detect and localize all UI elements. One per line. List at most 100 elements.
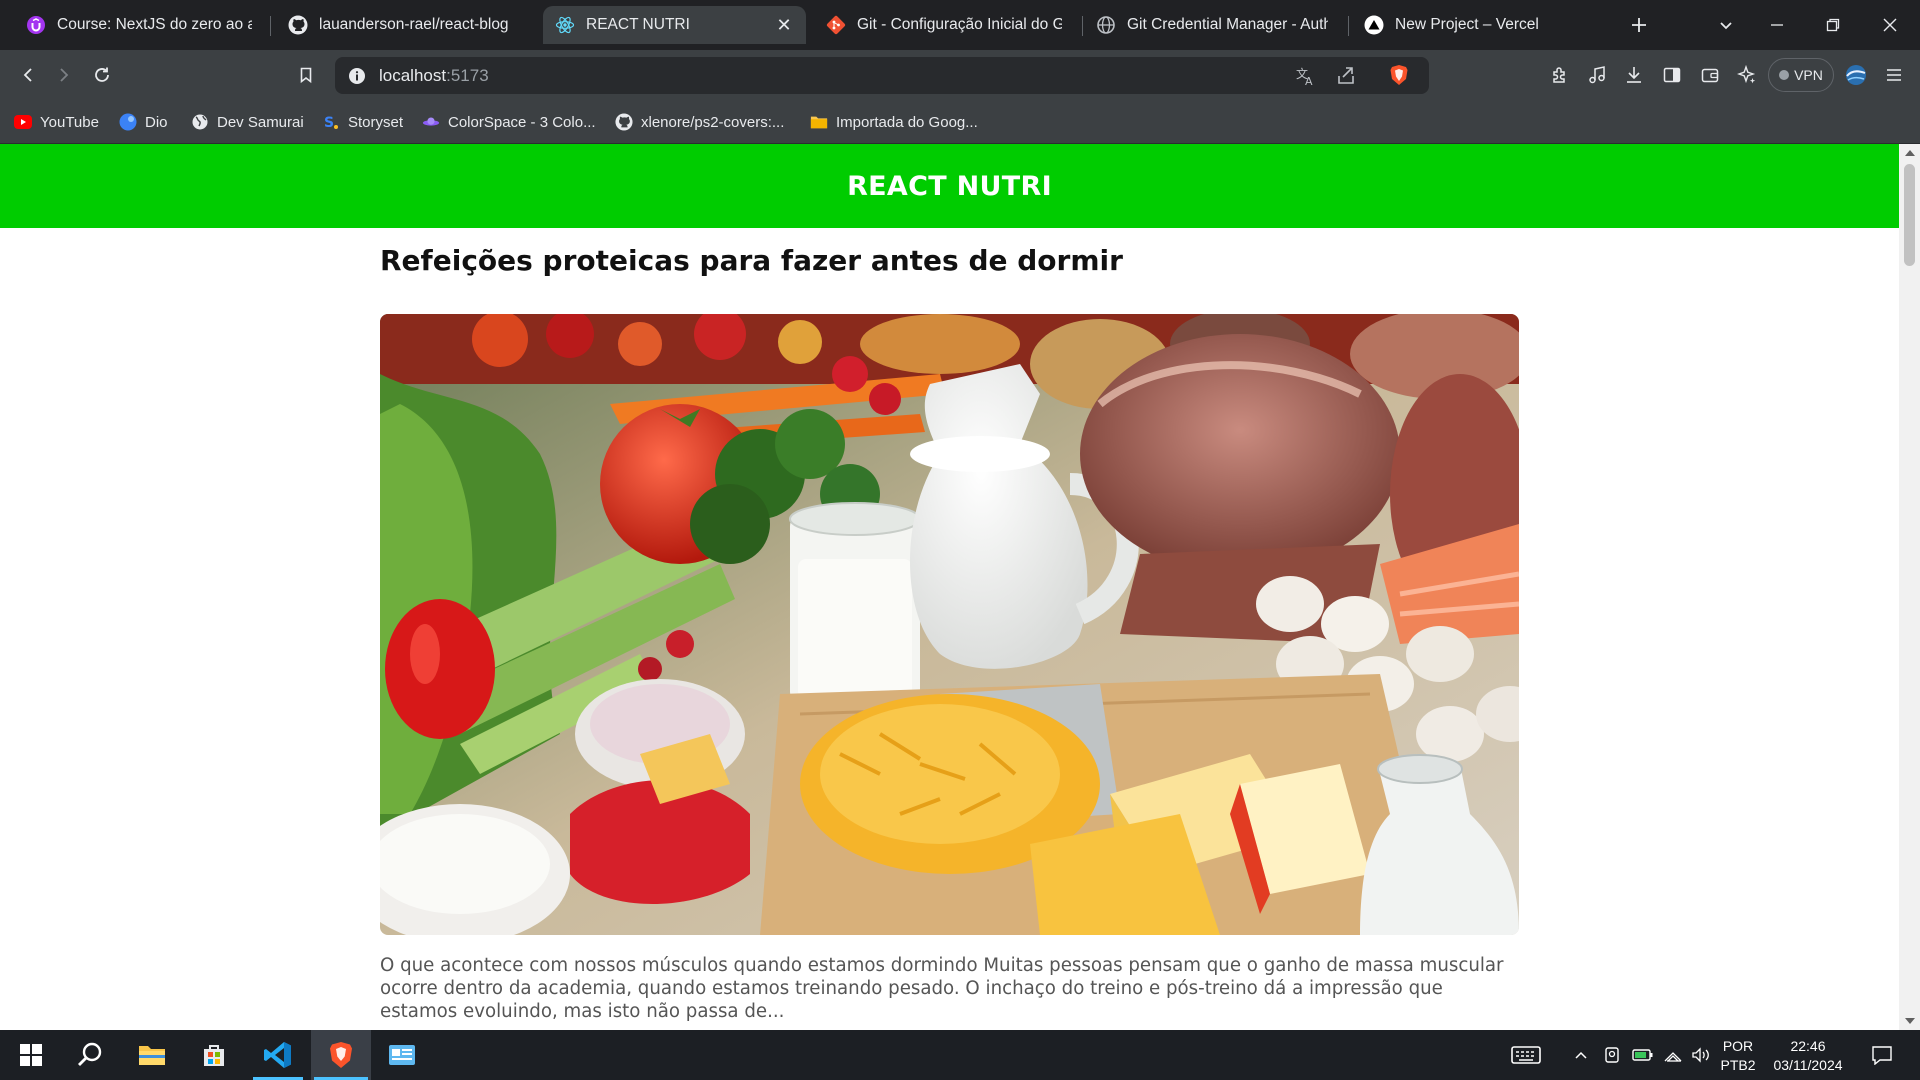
post-card: Refeições proteicas para fazer antes de … [380,244,1519,1022]
file-explorer-icon[interactable] [124,1030,180,1080]
wallet-icon[interactable] [1695,60,1725,90]
svg-text:A: A [1305,75,1313,87]
start-icon[interactable] [3,1030,59,1080]
leo-ai-icon[interactable] [1732,60,1762,90]
tab-git-credential-manager[interactable]: Git Credential Manager - Authe [1084,6,1340,44]
bookmark-label: YouTube [40,113,99,131]
vpn-label: VPN [1794,67,1823,83]
bookmark-label: Dio [145,113,168,131]
keyboard-layout-code: PTB2 [1720,1057,1756,1073]
github-icon [288,15,308,35]
microsoft-store-icon[interactable] [186,1030,242,1080]
back-button[interactable] [13,60,43,90]
close-tab-icon[interactable]: ✕ [774,15,794,35]
scroll-down-arrow-icon[interactable] [1905,1018,1915,1024]
bookmark-storyset[interactable]: S Storyset [322,110,403,134]
notification-center-icon[interactable] [1864,1030,1900,1080]
tab-separator [270,16,271,36]
vscode-icon[interactable] [250,1030,306,1080]
globe-icon [191,113,209,131]
clock-time: 22:46 [1790,1038,1826,1054]
colorspace-icon [422,113,440,131]
bookmark-ps2-covers[interactable]: xlenore/ps2-covers:... [615,110,784,134]
windows-taskbar: POR PTB2 22:46 03/11/2024 [0,1030,1920,1080]
svg-text:S: S [324,115,334,131]
tab-title: REACT NUTRI [586,16,690,33]
udemy-icon [26,15,46,35]
globe-icon [1096,15,1116,35]
profile-avatar[interactable] [1841,60,1871,90]
tab-separator [1348,16,1349,36]
tab-vercel-new-project[interactable]: New Project – Vercel [1352,6,1612,44]
tab-title: New Project – Vercel [1395,16,1539,33]
bookmark-dio[interactable]: Dio [119,110,168,134]
media-music-icon[interactable] [1582,60,1612,90]
scroll-up-arrow-icon[interactable] [1905,150,1915,156]
volume-icon[interactable] [1688,1030,1714,1080]
site-title: REACT NUTRI [847,170,1052,202]
wifi-icon[interactable] [1660,1030,1686,1080]
forward-button[interactable] [49,60,79,90]
restore-window-button[interactable] [1818,10,1848,40]
bookmark-label: xlenore/ps2-covers:... [641,113,785,131]
page-scrollbar[interactable] [1899,144,1920,1030]
tab-title: Git - Configuração Inicial do Git [857,16,1062,33]
site-info-icon[interactable] [347,66,367,86]
meet-now-icon[interactable] [1600,1030,1624,1080]
site-header: REACT NUTRI [0,144,1899,228]
url-text[interactable]: localhost:5173 [379,66,489,86]
react-icon [555,15,575,35]
github-icon [615,113,633,131]
tab-title: lauanderson-rael/react-blog [319,16,509,33]
clock-date: 03/11/2024 [1773,1057,1843,1073]
language-code: POR [1722,1038,1754,1054]
vpn-button[interactable]: VPN [1768,58,1834,92]
tab-git-config[interactable]: Git - Configuração Inicial do Git [814,6,1074,44]
address-bar[interactable]: localhost:5173 文A [335,57,1429,94]
tab-github-react-blog[interactable]: lauanderson-rael/react-blog [276,6,536,44]
close-window-button[interactable] [1875,10,1905,40]
tab-separator [1082,16,1083,36]
brave-shields-icon[interactable] [1387,63,1411,87]
storyset-icon: S [322,113,340,131]
youtube-icon [14,113,32,131]
bookmarks-bar: YouTube Dio Dev Samurai S Storyset Color… [0,100,1920,144]
bookmark-folder-importada[interactable]: Importada do Goog... [810,110,978,134]
bookmark-colorspace[interactable]: ColorSpace - 3 Colo... [422,110,596,134]
menu-hamburger-icon[interactable] [1879,60,1909,90]
tab-search-chevron-down-icon[interactable] [1711,10,1741,40]
tab-react-nutri[interactable]: REACT NUTRI ✕ [543,6,806,44]
minimize-window-button[interactable] [1762,10,1792,40]
bookmark-dev-samurai[interactable]: Dev Samurai [191,110,304,134]
tab-strip: Course: NextJS do zero ao avan lauanders… [0,0,1920,50]
new-tab-button[interactable] [1624,10,1654,40]
tab-udemy-course[interactable]: Course: NextJS do zero ao avan [14,6,264,44]
git-icon [826,15,846,35]
share-icon[interactable] [1335,65,1357,87]
page-viewport: REACT NUTRI Refeições proteicas para faz… [0,144,1899,1030]
scrollbar-thumb[interactable] [1904,164,1915,266]
keyboard-input-icon[interactable] [1508,1030,1544,1080]
folder-icon [810,113,828,131]
input-language-indicator[interactable]: POR PTB2 [1718,1037,1758,1075]
dio-icon [119,113,137,131]
tab-title: Git Credential Manager - Authe [1127,16,1328,33]
search-icon[interactable] [62,1030,118,1080]
extensions-puzzle-icon[interactable] [1545,60,1575,90]
sidebar-toggle-icon[interactable] [1657,60,1687,90]
vpn-status-icon [1779,70,1790,80]
downloads-icon[interactable] [1619,60,1649,90]
bookmark-youtube[interactable]: YouTube [14,110,99,134]
clock[interactable]: 22:46 03/11/2024 [1766,1037,1850,1075]
bookmark-label: Dev Samurai [217,113,304,131]
reload-button[interactable] [87,60,117,90]
brave-icon[interactable] [311,1030,371,1080]
translate-icon[interactable]: 文A [1295,65,1317,88]
bookmark-label: ColorSpace - 3 Colo... [448,113,596,131]
bookmark-icon[interactable] [291,60,321,90]
post-image [380,314,1519,935]
battery-charging-icon[interactable] [1630,1030,1656,1080]
show-hidden-icons-chevron-up-icon[interactable] [1570,1030,1592,1080]
control-panel-icon[interactable] [374,1030,430,1080]
post-description: O que acontece com nossos músculos quand… [380,955,1504,1022]
